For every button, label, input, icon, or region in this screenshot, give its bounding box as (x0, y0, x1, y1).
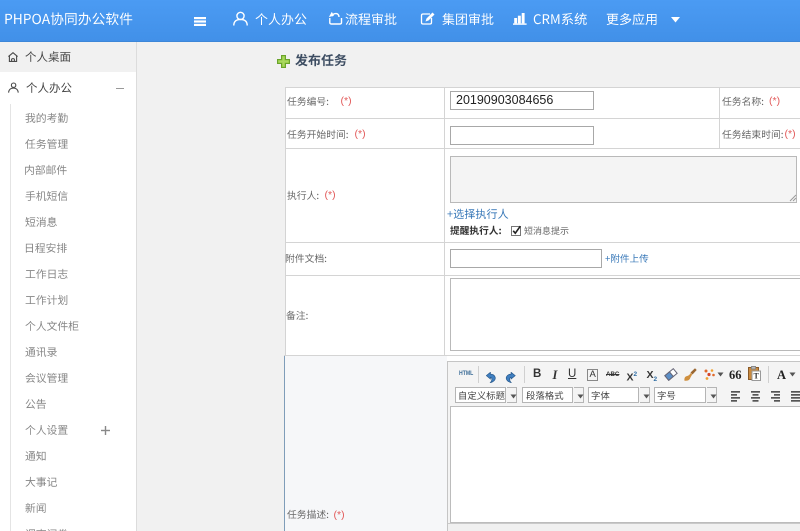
svg-text:T: T (754, 372, 760, 381)
